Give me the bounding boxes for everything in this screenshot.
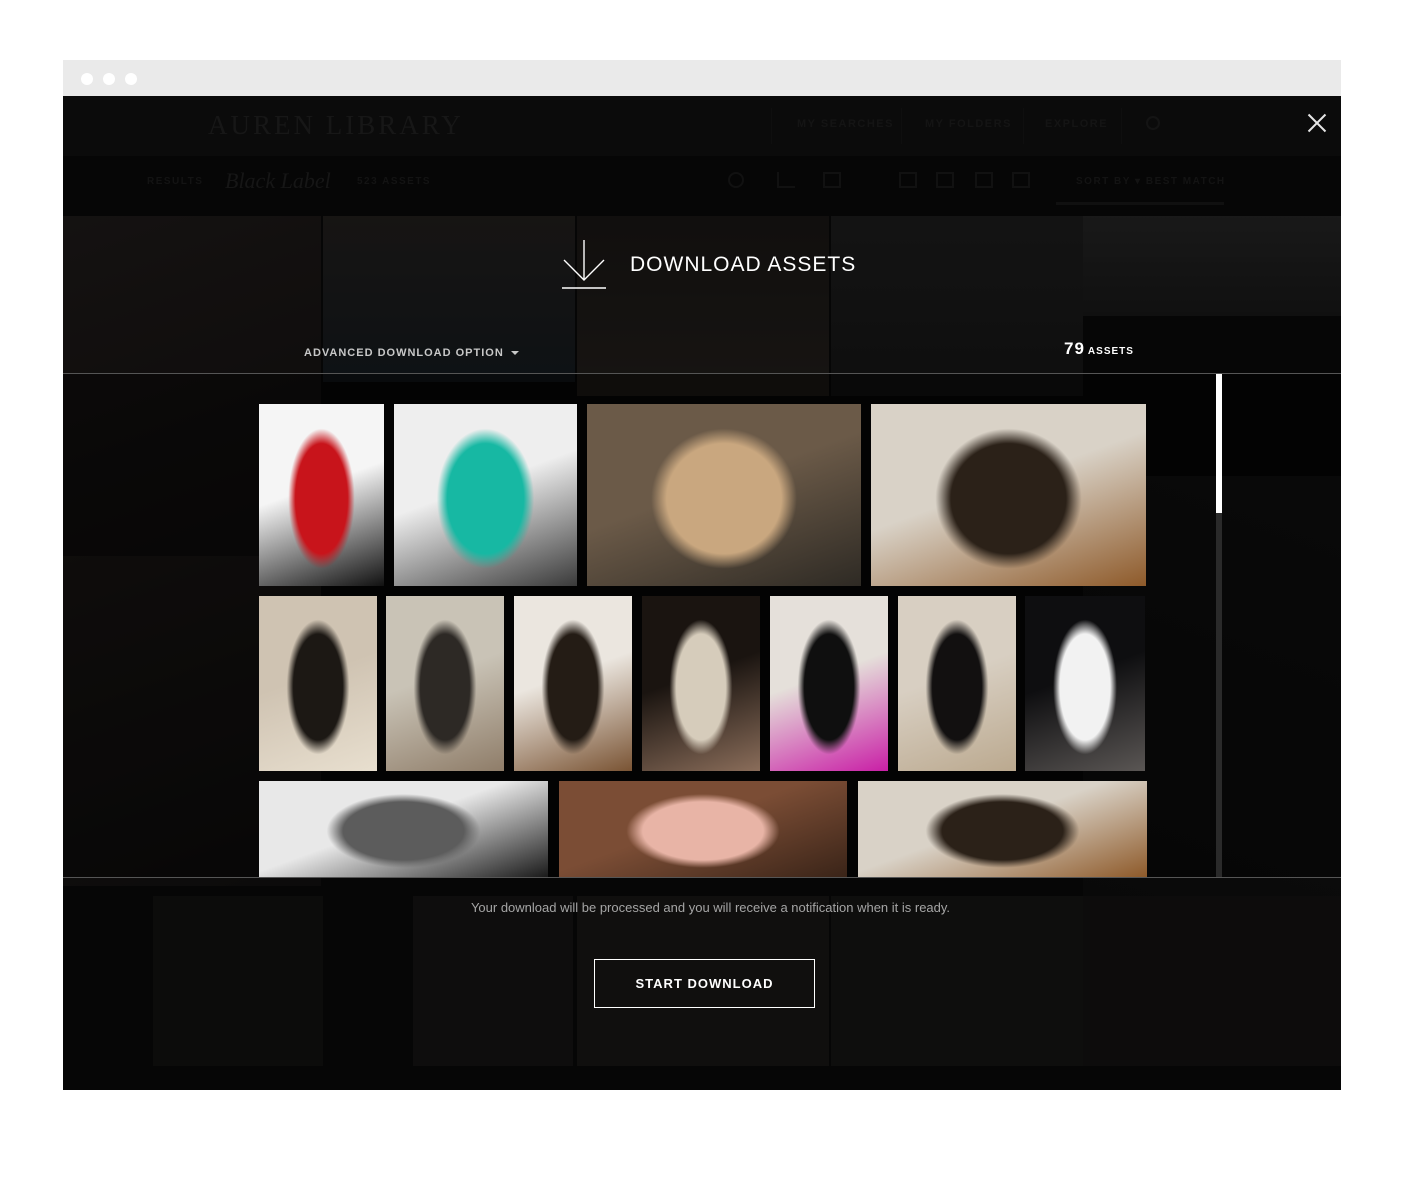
window-minimize-dot[interactable] (103, 73, 115, 85)
close-icon[interactable] (1307, 113, 1327, 133)
asset-thumbnail-teal-blouse-mannequin[interactable] (394, 404, 577, 586)
asset-thumbnail-lace-shoes[interactable] (642, 596, 760, 771)
caret-down-icon (510, 351, 519, 356)
download-arrow-icon (562, 240, 606, 289)
app-viewport: AUREN LIBRARY MY SEARCHES MY FOLDERS EXP… (63, 96, 1341, 1090)
start-download-button[interactable]: START DOWNLOAD (594, 959, 815, 1008)
asset-count: 79 ASSETS (1064, 339, 1134, 359)
asset-count-label: ASSETS (1087, 346, 1134, 357)
asset-thumbnail-crowd-greeting[interactable] (587, 404, 861, 586)
window-titlebar (63, 60, 1341, 96)
asset-count-number: 79 (1064, 339, 1085, 358)
asset-thumbnail-studio-dress-forms[interactable] (259, 781, 548, 877)
modal-title: DOWNLOAD ASSETS (630, 253, 857, 276)
scrollbar-thumb[interactable] (1216, 374, 1222, 513)
asset-thumbnail-pink-feathers-portrait[interactable] (559, 781, 847, 877)
asset-thumbnail-black-dress-backstage[interactable] (898, 596, 1016, 771)
browser-window: AUREN LIBRARY MY SEARCHES MY FOLDERS EXP… (63, 60, 1341, 1090)
advanced-download-option[interactable]: ADVANCED DOWNLOAD OPTION (304, 347, 519, 359)
asset-thumbnail-striped-coat-back[interactable] (259, 596, 377, 771)
asset-thumbnail-man-seated-runway[interactable] (386, 596, 504, 771)
divider-bottom (63, 877, 1341, 878)
download-notice: Your download will be processed and you … (470, 900, 951, 915)
asset-thumbnail-models-backstage-leopard[interactable] (871, 404, 1146, 586)
window-close-dot[interactable] (81, 73, 93, 85)
asset-thumbnail-polka-dot-runway[interactable] (1025, 596, 1145, 771)
advanced-download-label: ADVANCED DOWNLOAD OPTION (304, 347, 504, 359)
asset-thumbnail-ponytail-back[interactable] (514, 596, 632, 771)
thumbnail-grid[interactable] (63, 374, 1341, 877)
asset-thumbnail-red-gown-runway[interactable] (259, 404, 384, 586)
asset-thumbnail-models-backstage-leopard-2[interactable] (858, 781, 1147, 877)
asset-thumbnail-top-hat-model[interactable] (770, 596, 888, 771)
window-maximize-dot[interactable] (125, 73, 137, 85)
